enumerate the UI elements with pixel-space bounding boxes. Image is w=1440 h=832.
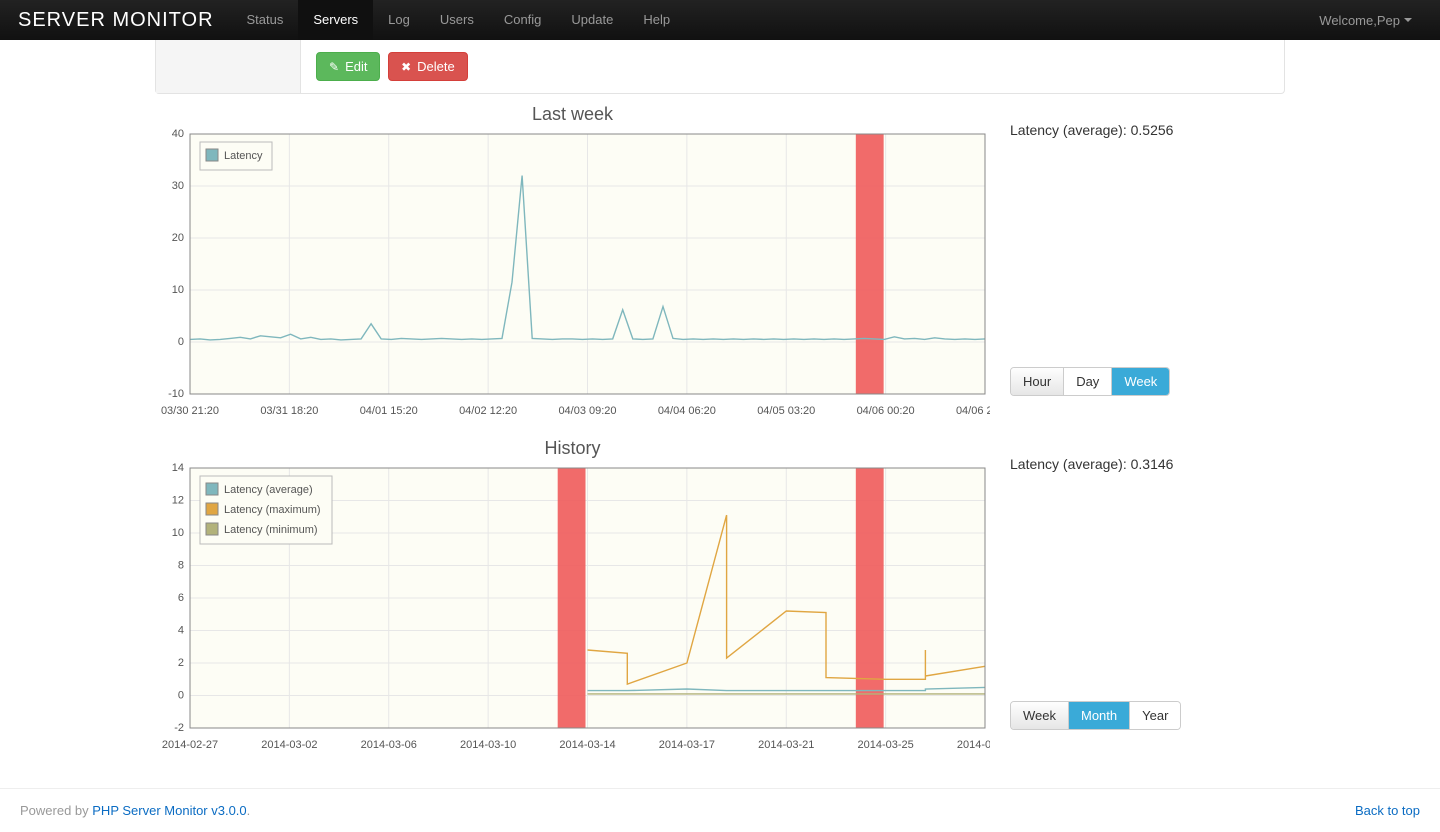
footer: Powered by PHP Server Monitor v3.0.0. Ba… [0,788,1440,832]
svg-text:04/06 21:20: 04/06 21:20 [956,405,990,417]
welcome-user: Pep [1377,13,1400,28]
range-month[interactable]: Month [1069,702,1130,729]
svg-text:Latency (average): Latency (average) [224,484,313,496]
svg-text:10: 10 [172,527,184,539]
svg-text:20: 20 [172,232,184,244]
delete-label: Delete [417,59,455,74]
range-week2[interactable]: Week [1011,702,1069,729]
close-icon: ✖ [401,60,411,74]
nav-servers[interactable]: Servers [298,0,373,40]
nav-update[interactable]: Update [556,0,628,40]
stat-history: Latency (average): 0.3146 [1010,456,1285,472]
chart-lastweek-svg: -10 0 10 20 30 40 03/30 21:20 03/31 18:20 04/01 … [155,129,990,424]
svg-text:2014-03-21: 2014-03-21 [758,739,814,751]
svg-text:04/06 00:20: 04/06 00:20 [857,405,915,417]
navbar: SERVER MONITOR Status Servers Log Users … [0,0,1440,40]
svg-text:2014-02-27: 2014-02-27 [162,739,218,751]
chart-title-lastweek: Last week [155,104,990,129]
nav-status[interactable]: Status [232,0,299,40]
chevron-down-icon [1404,18,1412,22]
chart-lastweek: Last week -10 0 10 20 30 40 03/30 21:20 03/31 1… [155,104,1285,424]
nav-log[interactable]: Log [373,0,425,40]
svg-text:04/05 03:20: 04/05 03:20 [757,405,815,417]
stat-value: 0.3146 [1131,456,1174,472]
svg-text:-10: -10 [168,388,184,400]
edit-button[interactable]: ✎ Edit [316,52,380,81]
stat-label: Latency (average): [1010,122,1127,138]
nav: Status Servers Log Users Config Update H… [232,0,1310,40]
nav-help[interactable]: Help [628,0,685,40]
svg-text:2014-03-14: 2014-03-14 [559,739,615,751]
svg-text:04/02 12:20: 04/02 12:20 [459,405,517,417]
svg-text:4: 4 [178,625,184,637]
user-menu[interactable]: Welcome, Pep [1309,13,1422,28]
range-hour[interactable]: Hour [1011,368,1064,395]
svg-text:04/01 15:20: 04/01 15:20 [360,405,418,417]
action-bar: ✎ Edit ✖ Delete [155,40,1285,94]
svg-text:2014-03-10: 2014-03-10 [460,739,516,751]
brand[interactable]: SERVER MONITOR [18,9,214,32]
back-to-top[interactable]: Back to top [1355,803,1420,818]
svg-text:04/03 09:20: 04/03 09:20 [558,405,616,417]
stat-value: 0.5256 [1131,122,1174,138]
svg-text:03/30 21:20: 03/30 21:20 [161,405,219,417]
svg-text:2014-03-06: 2014-03-06 [361,739,417,751]
range-year[interactable]: Year [1130,702,1180,729]
svg-text:14: 14 [172,463,184,474]
edit-label: Edit [345,59,367,74]
welcome-prefix: Welcome, [1319,13,1377,28]
delete-button[interactable]: ✖ Delete [388,52,468,81]
stat-lastweek: Latency (average): 0.5256 [1010,122,1285,138]
svg-text:40: 40 [172,129,184,140]
svg-text:2014-03-29: 2014-03-29 [957,739,990,751]
nav-config[interactable]: Config [489,0,557,40]
range-week[interactable]: Week [1112,368,1169,395]
range-lastweek: Hour Day Week [1010,367,1170,396]
chart-title-history: History [155,438,990,463]
nav-users[interactable]: Users [425,0,489,40]
svg-text:Latency: Latency [224,150,263,162]
svg-text:6: 6 [178,592,184,604]
svg-text:8: 8 [178,560,184,572]
svg-text:-2: -2 [174,722,184,734]
chart-history: History -2 0 2 4 6 8 10 12 14 2014-02-27 2014-03-0… [155,438,1285,758]
stat-label: Latency (average): [1010,456,1127,472]
footer-powered: Powered by [20,803,92,818]
svg-text:2014-03-17: 2014-03-17 [659,739,715,751]
svg-text:2014-03-02: 2014-03-02 [261,739,317,751]
svg-text:30: 30 [172,180,184,192]
svg-text:12: 12 [172,495,184,507]
svg-text:2: 2 [178,657,184,669]
chart-history-svg: -2 0 2 4 6 8 10 12 14 2014-02-27 2014-03-02 2014-03… [155,463,990,758]
svg-text:2014-03-25: 2014-03-25 [857,739,913,751]
range-history: Week Month Year [1010,701,1181,730]
svg-text:0: 0 [178,336,184,348]
svg-text:03/31 18:20: 03/31 18:20 [260,405,318,417]
svg-text:04/04 06:20: 04/04 06:20 [658,405,716,417]
footer-link[interactable]: PHP Server Monitor v3.0.0 [92,803,246,818]
svg-text:0: 0 [178,690,184,702]
edit-icon: ✎ [329,60,339,74]
range-day[interactable]: Day [1064,368,1112,395]
footer-dot: . [247,803,251,818]
svg-text:Latency (maximum): Latency (maximum) [224,504,321,516]
svg-text:10: 10 [172,284,184,296]
svg-text:Latency (minimum): Latency (minimum) [224,524,318,536]
